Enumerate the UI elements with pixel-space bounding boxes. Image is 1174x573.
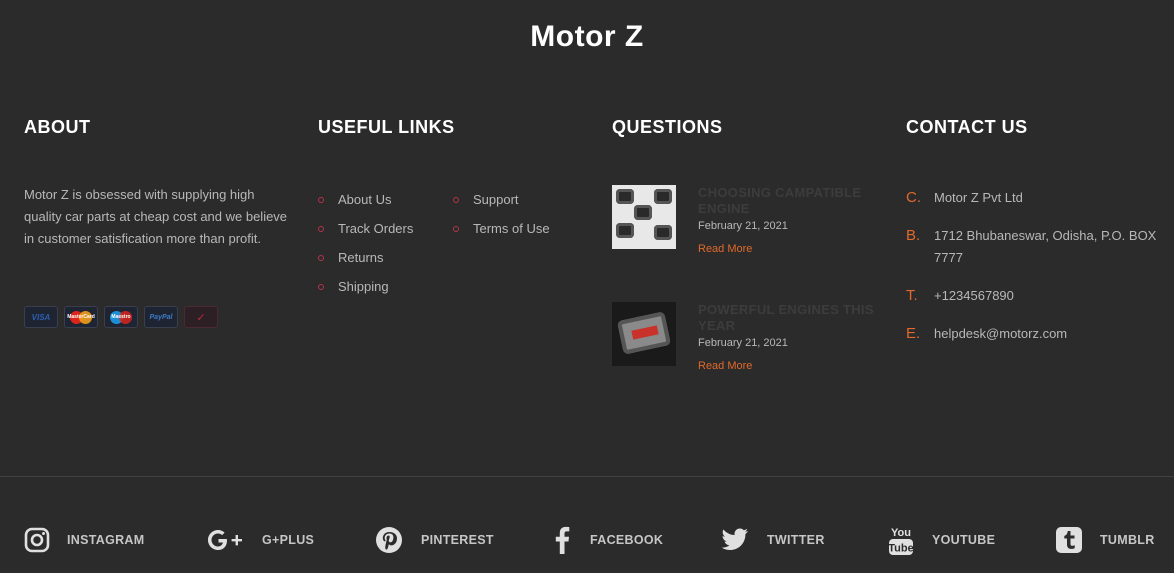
tumblr-icon: [1054, 525, 1084, 555]
pinterest-icon: [374, 525, 404, 555]
link-about-us[interactable]: About Us: [318, 185, 453, 214]
contact-section: CONTACT US C. Motor Z Pvt Ltd B. 1712 Bh…: [906, 117, 1174, 345]
social-tumblr[interactable]: TUMBLR: [1054, 520, 1155, 560]
questions-heading: QUESTIONS: [612, 117, 723, 137]
social-youtube[interactable]: You Tube YOUTUBE: [886, 520, 995, 560]
about-section: ABOUT Motor Z is obsessed with supplying…: [24, 117, 294, 328]
contact-address: B. 1712 Bhubaneswar, Odisha, P.O. BOX 77…: [906, 227, 1157, 265]
question-title[interactable]: CHOOSING CAMPATIBLE ENGINE: [698, 185, 882, 217]
social-pinterest[interactable]: PINTEREST: [374, 520, 494, 560]
links-list-1: About Us Track Orders Returns Shipping: [318, 185, 453, 301]
question-date: February 21, 2021: [698, 220, 788, 232]
read-more-link[interactable]: Read More: [698, 243, 882, 255]
link-shipping[interactable]: Shipping: [318, 272, 453, 301]
contact-company: C. Motor Z Pvt Ltd: [906, 189, 1023, 206]
link-track-orders[interactable]: Track Orders: [318, 214, 453, 243]
social-instagram[interactable]: INSTAGRAM: [22, 520, 144, 560]
maestro-icon: Maestro: [104, 306, 138, 328]
instagram-icon: [22, 525, 52, 555]
google-plus-icon: [204, 525, 248, 555]
contact-list: C. Motor Z Pvt Ltd B. 1712 Bhubaneswar, …: [906, 187, 1174, 345]
youtube-icon: You Tube: [886, 525, 916, 555]
link-support[interactable]: Support: [453, 185, 588, 214]
link-returns[interactable]: Returns: [318, 243, 453, 272]
useful-links-section: USEFUL LINKS About Us Track Orders Retur…: [318, 117, 588, 301]
payment-cards: VISA MasterCard Maestro PayPal ✓: [24, 306, 294, 328]
twitter-icon: [720, 525, 750, 555]
svg-text:You: You: [891, 527, 911, 539]
link-terms-of-use[interactable]: Terms of Use: [453, 214, 588, 243]
question-title[interactable]: POWERFUL ENGINES THIS YEAR: [698, 302, 882, 334]
questions-section: QUESTIONS CHOOSING CAMPATIBLE ENGINE Feb…: [612, 117, 882, 372]
card-icon: ✓: [184, 306, 218, 328]
social-google-plus[interactable]: G+PLUS: [204, 520, 314, 560]
visa-icon: VISA: [24, 306, 58, 328]
read-more-link[interactable]: Read More: [698, 360, 882, 372]
question-date: February 21, 2021: [698, 337, 788, 349]
svg-text:Tube: Tube: [888, 543, 913, 555]
social-twitter[interactable]: TWITTER: [720, 520, 825, 560]
contact-heading: CONTACT US: [906, 117, 1028, 137]
mastercard-icon: MasterCard: [64, 306, 98, 328]
question-thumbnail[interactable]: [612, 185, 676, 249]
contact-email[interactable]: E. helpdesk@motorz.com: [906, 323, 1174, 345]
social-bar: INSTAGRAM G+PLUS PINTEREST FACEBOOK TWIT…: [0, 520, 1174, 564]
about-text: Motor Z is obsessed with supplying high …: [24, 187, 288, 246]
question-item: CHOOSING CAMPATIBLE ENGINE February 21, …: [612, 185, 882, 255]
about-heading: ABOUT: [24, 117, 91, 137]
useful-links-heading: USEFUL LINKS: [318, 117, 455, 137]
contact-phone[interactable]: T. +1234567890: [906, 285, 1174, 307]
question-thumbnail[interactable]: [612, 302, 676, 366]
question-item: POWERFUL ENGINES THIS YEAR February 21, …: [612, 302, 882, 372]
paypal-icon: PayPal: [144, 306, 178, 328]
footer-divider: [0, 476, 1174, 477]
links-list-2: Support Terms of Use: [453, 185, 588, 301]
social-facebook[interactable]: FACEBOOK: [550, 520, 663, 560]
brand-title[interactable]: Motor Z: [0, 20, 1174, 54]
facebook-icon: [550, 525, 574, 555]
